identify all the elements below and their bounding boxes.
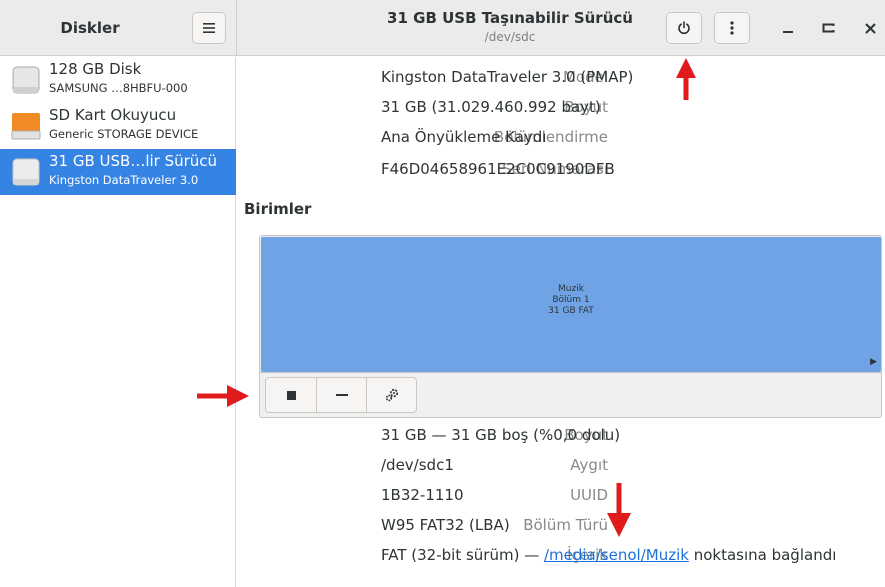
close-button[interactable] [857, 14, 883, 42]
sd-card-icon [11, 113, 41, 140]
partition-type-value: W95 FAT32 (LBA) [381, 516, 510, 534]
partition-type-label: Bölüm Türü [523, 516, 608, 534]
minimize-button[interactable] [775, 14, 801, 42]
usb-drive-icon [12, 158, 40, 186]
volume-action-group [265, 377, 417, 413]
drive-item-sd-card-reader[interactable]: SD Kart Okuyucu Generic STORAGE DEVICE [0, 103, 236, 149]
partition-number: Bölüm 1 [552, 295, 590, 305]
maximize-icon [822, 23, 835, 33]
contents-prefix: FAT (32-bit sürüm) — [381, 546, 544, 564]
power-off-button[interactable] [666, 12, 702, 44]
uuid-value: 1B32-1110 [381, 486, 464, 504]
delete-partition-button[interactable] [316, 378, 366, 412]
drive-item-usb-drive[interactable]: 31 GB USB…lir Sürücü Kingston DataTravel… [0, 149, 236, 195]
volume-size-value: 31 GB — 31 GB boş (%0,0 dolu) [381, 426, 621, 444]
model-row: Model Kingston DataTraveler 3.0 (PMAP) [237, 66, 885, 88]
contents-value: FAT (32-bit sürüm) — /media/senol/Muzik … [381, 544, 836, 566]
partition-label: Muzik Bölüm 1 31 GB FAT [261, 284, 881, 317]
hamburger-icon [203, 23, 215, 33]
vertical-dots-icon [730, 21, 734, 35]
expand-arrow-icon: ▶ [870, 357, 877, 367]
window-subtitle: /dev/sdc [484, 30, 536, 44]
annotation-arrow-down-icon [607, 483, 631, 537]
annotation-arrow-right-icon [197, 385, 249, 407]
unmount-button[interactable] [266, 378, 316, 412]
hard-disk-icon [12, 66, 40, 94]
uuid-row: UUID 1B32-1110 [237, 484, 885, 506]
drive-item-128gb-disk[interactable]: 128 GB Disk SAMSUNG …8HBFU-000 [0, 57, 236, 103]
partition-options-button[interactable] [366, 378, 416, 412]
serial-row: Seri Numarası F46D04658961E2C0C9190DFB [237, 158, 885, 180]
volume-map: Muzik Bölüm 1 31 GB FAT ▶ [259, 235, 882, 372]
drive-detail: Generic STORAGE DEVICE [49, 127, 199, 141]
maximize-button[interactable] [815, 14, 841, 42]
drive-detail: SAMSUNG …8HBFU-000 [49, 81, 188, 95]
app-menu-button[interactable] [192, 12, 226, 44]
minus-icon [335, 393, 348, 396]
partition-name: Muzik [558, 284, 584, 294]
uuid-label: UUID [570, 486, 608, 504]
drive-name: SD Kart Okuyucu [49, 106, 177, 124]
device-value: /dev/sdc1 [381, 456, 454, 474]
model-value: Kingston DataTraveler 3.0 (PMAP) [381, 68, 634, 86]
annotation-arrow-up-icon [676, 58, 696, 100]
drive-name: 128 GB Disk [49, 60, 142, 78]
drive-sidebar: 128 GB Disk SAMSUNG …8HBFU-000 SD Kart O… [0, 57, 236, 587]
power-icon [678, 21, 690, 35]
volume-toolbar [259, 372, 882, 418]
serial-value: F46D04658961E2C0C9190DFB [381, 160, 615, 178]
mount-point-link[interactable]: /media/senol/Muzik [544, 546, 689, 564]
device-label: Aygıt [570, 456, 608, 474]
drive-options-button[interactable] [714, 12, 750, 44]
partitioning-row: Bölümlendirme Ana Önyükleme Kaydı [237, 126, 885, 148]
window-title: 31 GB USB Taşınabilir Sürücü [387, 9, 633, 27]
size-value: 31 GB (31.029.460.992 bayt) [381, 98, 601, 116]
device-row: Aygıt /dev/sdc1 [237, 454, 885, 476]
window-title-block: 31 GB USB Taşınabilir Sürücü /dev/sdc [360, 8, 660, 46]
partition-block[interactable]: Muzik Bölüm 1 31 GB FAT ▶ [261, 237, 881, 372]
header-bar: Diskler 31 GB USB Taşınabilir Sürücü /de… [0, 0, 885, 56]
partition-size: 31 GB FAT [548, 306, 594, 316]
stop-icon [286, 390, 296, 400]
partition-type-row: Bölüm Türü W95 FAT32 (LBA) [237, 514, 885, 536]
drive-detail: Kingston DataTraveler 3.0 [49, 173, 199, 187]
size-row: Boyut 31 GB (31.029.460.992 bayt) [237, 96, 885, 118]
close-icon [864, 22, 876, 34]
contents-suffix: noktasına bağlandı [688, 546, 837, 564]
sidebar-title: Diskler [60, 19, 120, 37]
volume-size-row: Boyut 31 GB — 31 GB boş (%0,0 dolu) [237, 424, 885, 446]
gears-icon [385, 388, 398, 402]
minimize-icon [783, 31, 793, 33]
partitioning-value: Ana Önyükleme Kaydı [381, 128, 547, 146]
contents-row: İçerik FAT (32-bit sürüm) — /media/senol… [237, 544, 885, 566]
volumes-heading: Birimler [244, 200, 312, 218]
drive-name: 31 GB USB…lir Sürücü [49, 152, 218, 170]
drive-details-pane: Model Kingston DataTraveler 3.0 (PMAP) B… [237, 57, 885, 587]
header-divider [236, 0, 237, 56]
